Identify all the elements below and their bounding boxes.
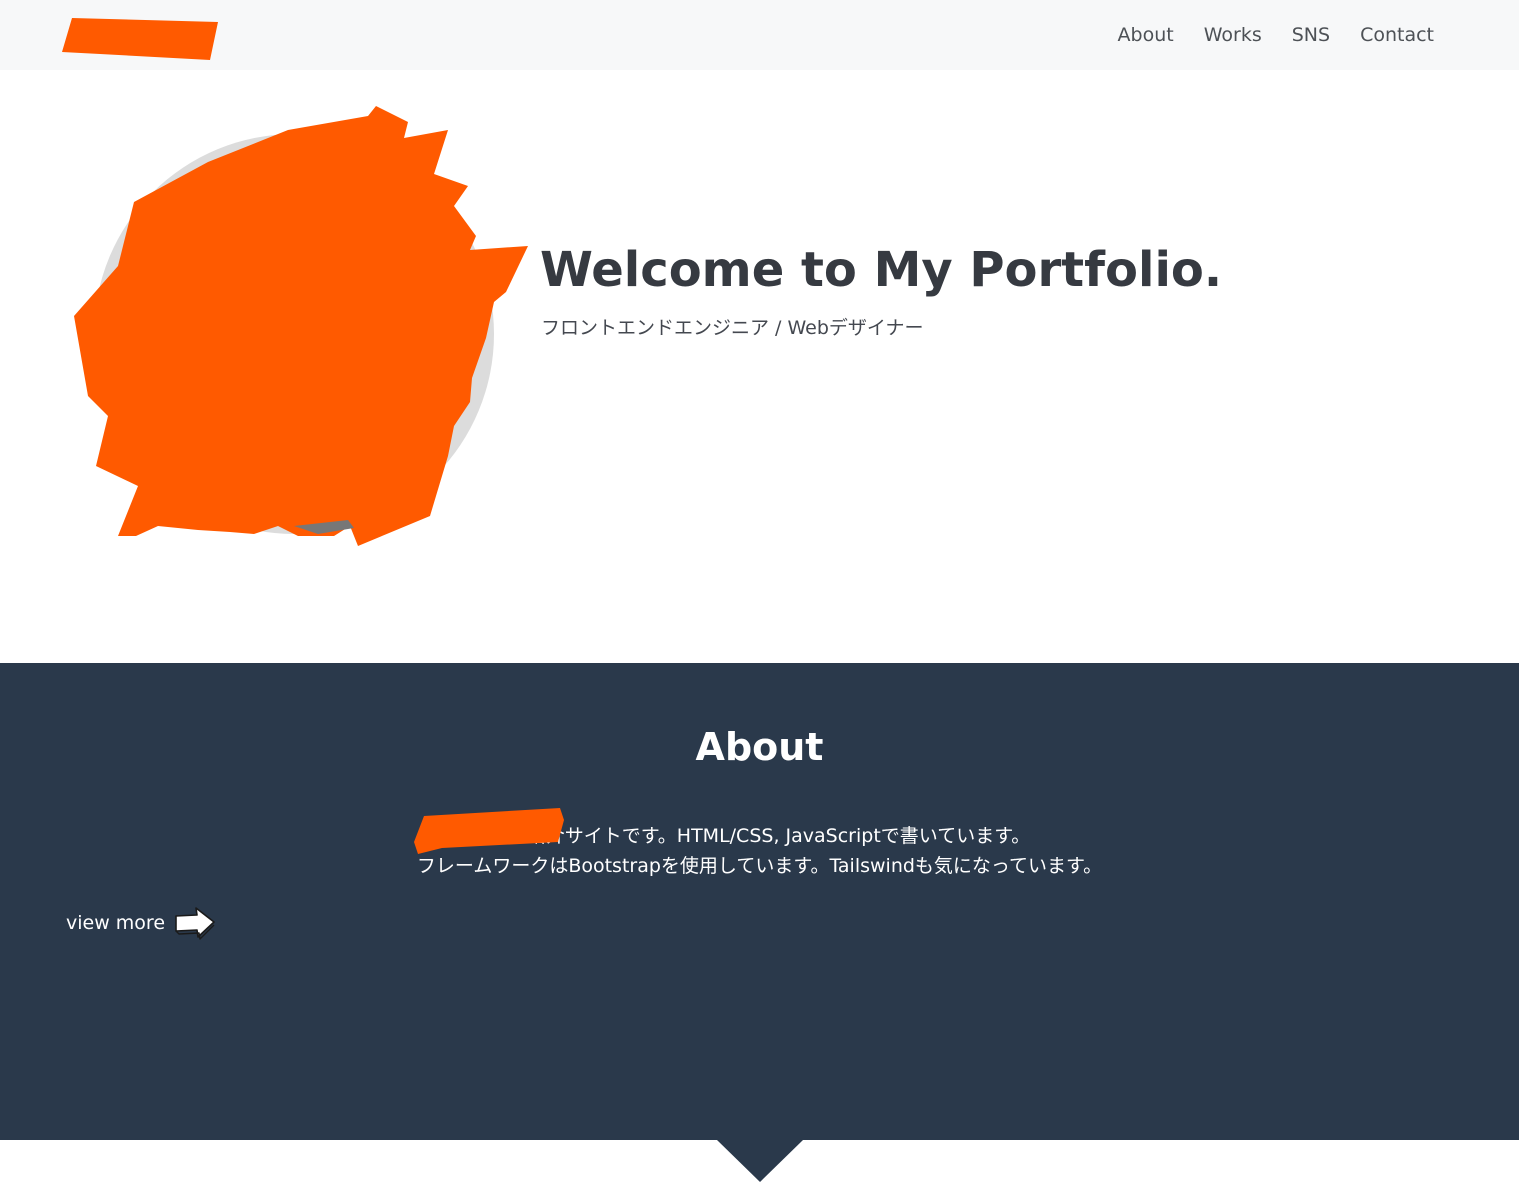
nav-link-sns[interactable]: SNS <box>1292 24 1330 46</box>
hero-section: Welcome to My Portfolio. フロントエンドエンジニア / … <box>0 70 1519 663</box>
profile-avatar-redacted <box>74 106 528 546</box>
hero-subtitle: フロントエンドエンジニア / Webデザイナー <box>541 317 924 339</box>
about-title: About <box>695 725 824 769</box>
about-line-1: 自己紹介サイトです。HTML/CSS, JavaScriptで書いています。 <box>488 825 1031 847</box>
hero-title: Welcome to My Portfolio. <box>540 242 1223 298</box>
about-section: About 自己紹介サイトです。HTML/CSS, JavaScriptで書いて… <box>0 663 1519 1140</box>
triangle-down-icon <box>717 1140 803 1182</box>
view-more-label: view more <box>66 912 166 934</box>
nav-link-works[interactable]: Works <box>1204 24 1262 46</box>
view-more-link[interactable]: view more <box>66 906 217 940</box>
name-redacted <box>414 808 564 854</box>
arrow-right-icon <box>175 907 215 940</box>
site-logo-redacted[interactable] <box>60 14 222 62</box>
nav-link-contact[interactable]: Contact <box>1360 24 1434 46</box>
about-line-2: フレームワークはBootstrapを使用しています。Tailswindも気になっ… <box>416 855 1103 877</box>
nav-links: About Works SNS Contact <box>1118 0 1434 70</box>
navbar: About Works SNS Contact <box>0 0 1519 70</box>
about-description: 自己紹介サイトです。HTML/CSS, JavaScriptで書いています。 フ… <box>0 821 1519 881</box>
nav-link-about[interactable]: About <box>1118 24 1174 46</box>
